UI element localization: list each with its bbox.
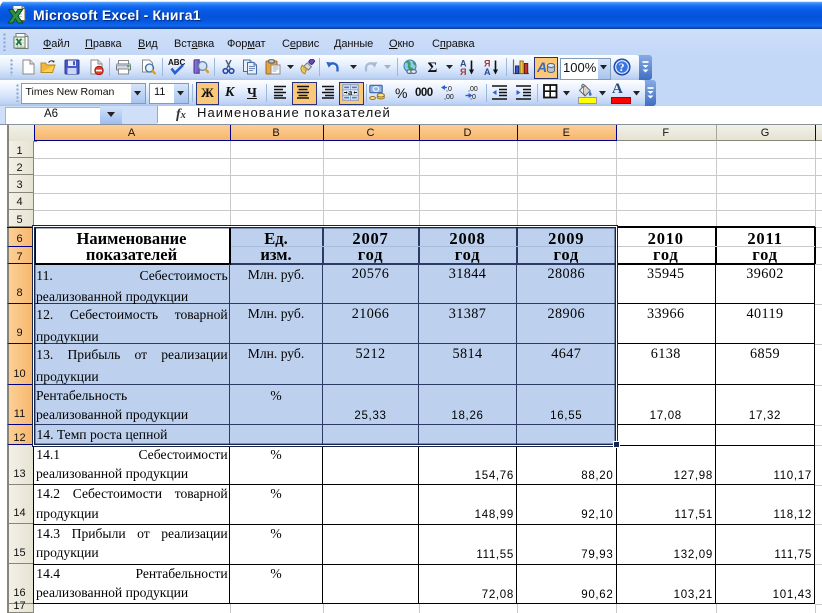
svg-text:Σ: Σ — [428, 60, 438, 75]
svg-text:,00: ,00 — [444, 94, 454, 101]
svg-text:А: А — [484, 67, 491, 76]
svg-text:?: ? — [618, 62, 624, 74]
svg-text:A: A — [537, 59, 547, 75]
svg-text:Я: Я — [460, 67, 466, 76]
svg-text:,00: ,00 — [468, 86, 478, 93]
